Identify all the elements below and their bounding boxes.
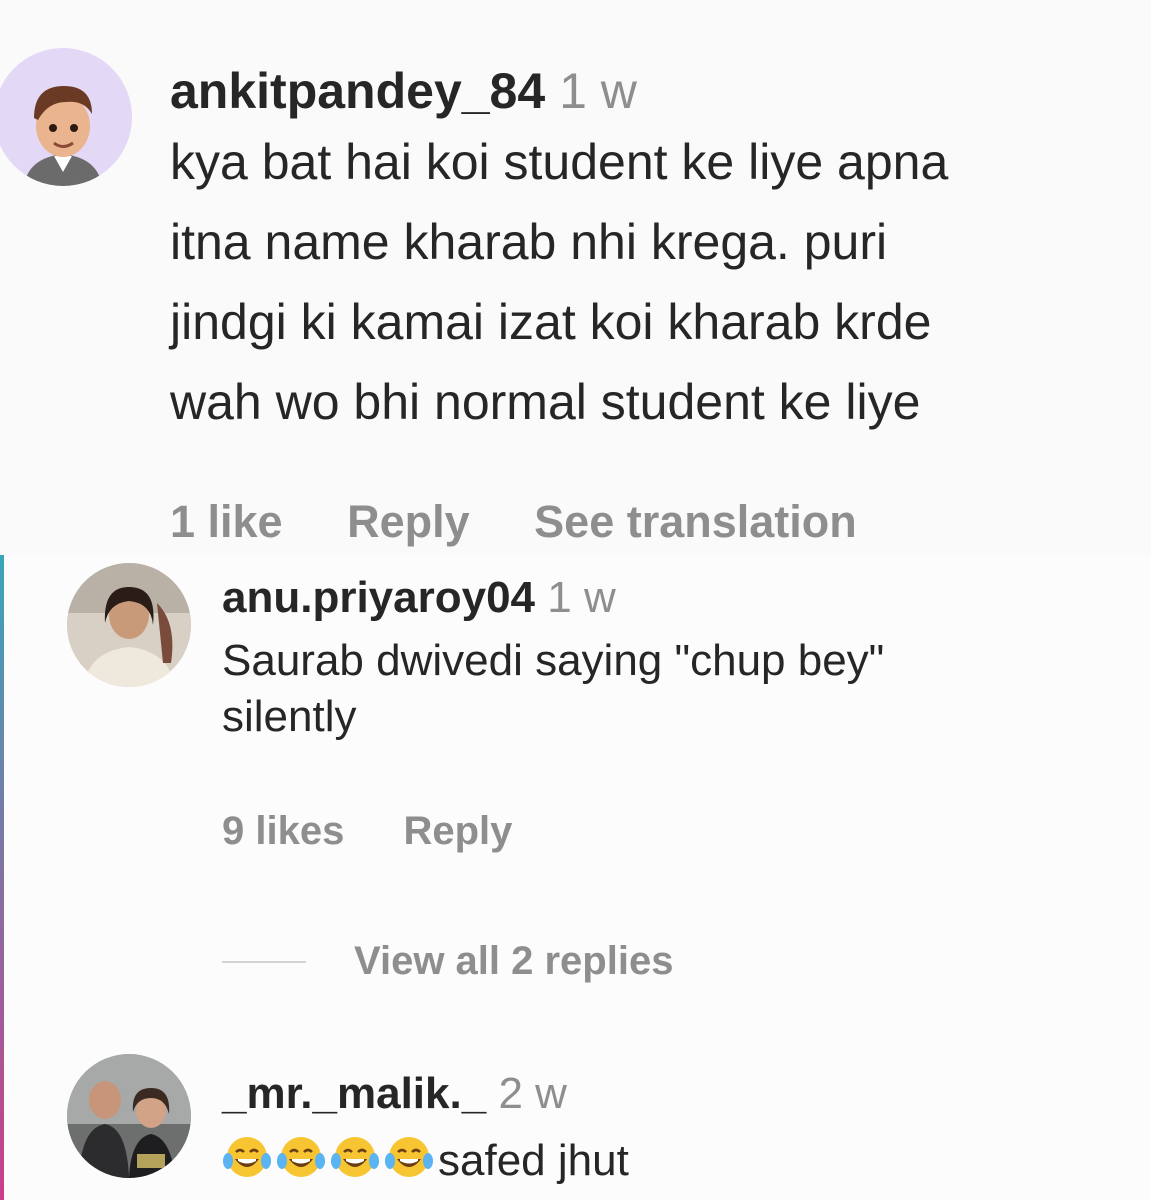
- left-edge-decoration: [0, 555, 4, 1200]
- comment-line: Saurab dwivedi saying "chup bey": [222, 636, 885, 685]
- comment-line: itna name kharab nhi krega. puri: [170, 214, 888, 270]
- comment-line: silently: [222, 692, 357, 741]
- avatar[interactable]: [67, 1054, 191, 1178]
- emoji-group: [222, 1136, 438, 1185]
- face-with-tears-of-joy-emoji: [277, 1137, 325, 1177]
- cartoon-avatar-icon: [0, 48, 132, 186]
- comment-text: kya bat hai koi student ke liye apna itn…: [170, 122, 1151, 442]
- face-with-tears-of-joy-emoji: [385, 1137, 433, 1177]
- likes-count-button[interactable]: 1 like: [170, 496, 283, 547]
- face-with-tears-of-joy-emoji: [331, 1137, 379, 1177]
- comment-actions: 1 like Reply See translation: [170, 496, 909, 548]
- timestamp: 2 w: [498, 1069, 567, 1118]
- profile-photo-icon: [67, 563, 191, 687]
- comment-line: safed jhut: [438, 1136, 629, 1185]
- view-replies-button[interactable]: View all 2 replies: [222, 939, 673, 984]
- comment-text: safed jhut: [222, 1133, 1102, 1189]
- see-translation-button[interactable]: See translation: [534, 496, 857, 547]
- avatar[interactable]: [67, 563, 191, 687]
- likes-count-button[interactable]: 9 likes: [222, 809, 344, 853]
- comment-item: ankitpandey_84 1 w kya bat hai koi stude…: [0, 0, 1151, 555]
- reply-button[interactable]: Reply: [347, 496, 470, 547]
- timestamp: 1 w: [559, 63, 637, 119]
- username[interactable]: _mr._malik._: [222, 1069, 486, 1118]
- comment-actions: 9 likes Reply: [222, 809, 560, 854]
- comment-line: kya bat hai koi student ke liye apna: [170, 134, 949, 190]
- comment-text: Saurab dwivedi saying "chup bey" silentl…: [222, 633, 1102, 745]
- timestamp: 1 w: [547, 573, 616, 622]
- username[interactable]: ankitpandey_84: [170, 63, 545, 119]
- comment-line: jindgi ki kamai izat koi kharab krde: [170, 294, 932, 350]
- face-with-tears-of-joy-emoji: [223, 1137, 271, 1177]
- divider: [222, 960, 306, 963]
- view-replies-label: View all 2 replies: [354, 939, 674, 983]
- reply-button[interactable]: Reply: [403, 809, 512, 853]
- profile-photo-icon: [67, 1054, 191, 1178]
- username[interactable]: anu.priyaroy04: [222, 573, 535, 622]
- avatar[interactable]: [0, 48, 132, 186]
- comment-line: wah wo bhi normal student ke liye: [170, 374, 921, 430]
- comment-list: anu.priyaroy04 1 w Saurab dwivedi saying…: [0, 555, 1151, 1200]
